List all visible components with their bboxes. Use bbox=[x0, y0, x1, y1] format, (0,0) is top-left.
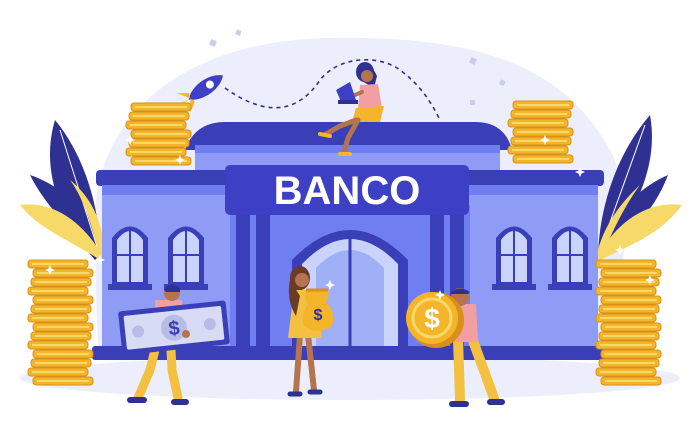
bank-sign-text: BANCO bbox=[274, 169, 421, 213]
window-left-2 bbox=[164, 226, 208, 290]
bank-illustration: BANCO $ $ $ bbox=[20, 29, 682, 407]
banknote-symbol: $ bbox=[167, 317, 180, 340]
window-right-1 bbox=[492, 226, 536, 290]
coin-stack-top-left bbox=[125, 102, 192, 166]
left-plant bbox=[20, 120, 105, 260]
coin-stack-bottom-left bbox=[27, 259, 94, 386]
ground-shadow bbox=[20, 356, 680, 400]
window-left-1 bbox=[108, 226, 152, 290]
money-bag-symbol: $ bbox=[314, 307, 323, 324]
coin-symbol: $ bbox=[424, 303, 440, 334]
coin-stack-top-right bbox=[507, 100, 574, 164]
window-right-2 bbox=[548, 226, 592, 290]
